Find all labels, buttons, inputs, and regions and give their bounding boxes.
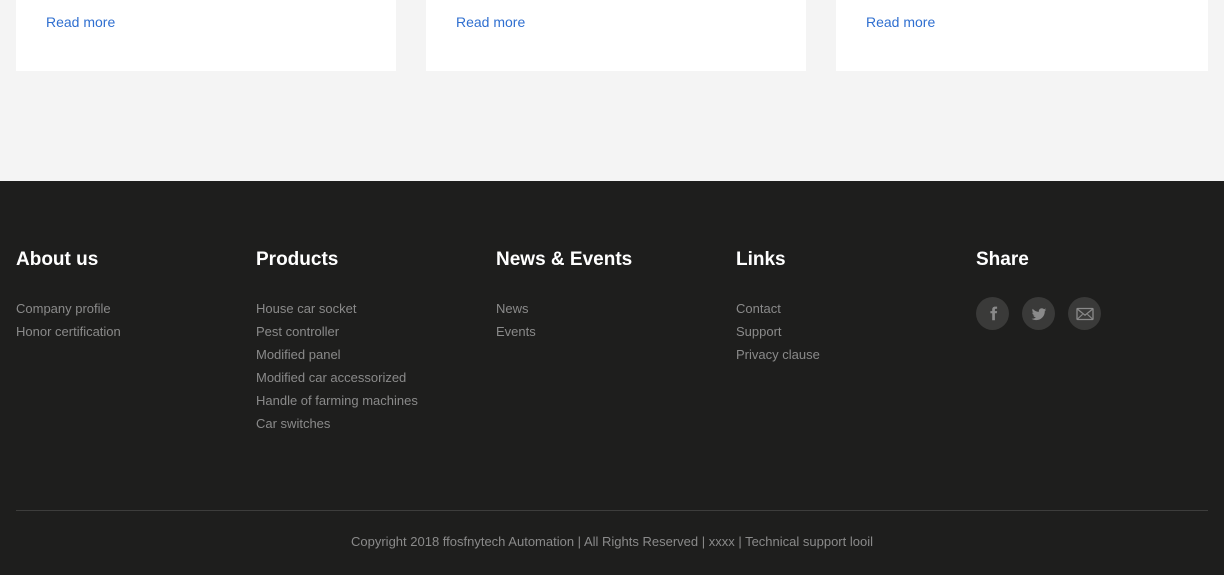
footer-link-contact[interactable]: Contact — [736, 301, 781, 316]
footer-column-products: Products House car socket Pest controlle… — [256, 250, 486, 435]
copyright-text: Copyright 2018 ffosfnytech Automation | … — [351, 534, 873, 549]
footer-column-title: Links — [736, 249, 786, 270]
footer-column-links: Links Contact Support Privacy clause — [736, 250, 966, 366]
list-item: Modified panel — [256, 343, 486, 366]
read-more-link[interactable]: Read more — [46, 14, 115, 30]
list-item: Events — [496, 320, 726, 343]
footer-link-list: News Events — [496, 297, 726, 343]
list-item: Handle of farming machines — [256, 389, 486, 412]
footer-link-news[interactable]: News — [496, 301, 529, 316]
footer-link-events[interactable]: Events — [496, 324, 536, 339]
footer-column-share: Share — [976, 250, 1206, 330]
footer-column-title: About us — [16, 249, 99, 270]
read-more-link[interactable]: Read more — [456, 14, 525, 30]
twitter-icon[interactable] — [1022, 297, 1055, 330]
list-item: Contact — [736, 297, 966, 320]
list-item: Support — [736, 320, 966, 343]
social-links — [976, 297, 1206, 330]
list-item: Modified car accessorized — [256, 366, 486, 389]
list-item: House car socket — [256, 297, 486, 320]
footer-column-about-us: About us Company profile Honor certifica… — [16, 250, 246, 343]
list-item: Privacy clause — [736, 343, 966, 366]
footer-link-list: Company profile Honor certification — [16, 297, 246, 343]
footer-link-privacy-clause[interactable]: Privacy clause — [736, 347, 820, 362]
footer-column-title: Products — [256, 249, 339, 270]
content-card: Read more — [426, 0, 806, 71]
footer-divider — [16, 510, 1208, 511]
footer-column-title: Share — [976, 249, 1029, 270]
list-item: News — [496, 297, 726, 320]
page-root: Read more Read more Read more About us C… — [0, 0, 1224, 575]
footer-link-list: Contact Support Privacy clause — [736, 297, 966, 366]
footer-link-house-car-socket[interactable]: House car socket — [256, 301, 356, 316]
content-card: Read more — [836, 0, 1208, 71]
footer-link-modified-panel[interactable]: Modified panel — [256, 347, 341, 362]
list-item: Honor certification — [16, 320, 246, 343]
footer-link-handle-of-farming-machines[interactable]: Handle of farming machines — [256, 393, 418, 408]
footer-link-honor-certification[interactable]: Honor certification — [16, 324, 121, 339]
cards-section: Read more Read more Read more — [0, 0, 1224, 181]
footer-link-car-switches[interactable]: Car switches — [256, 416, 330, 431]
footer-column-title: News & Events — [496, 249, 633, 270]
footer-link-support[interactable]: Support — [736, 324, 782, 339]
list-item: Pest controller — [256, 320, 486, 343]
footer-link-pest-controller[interactable]: Pest controller — [256, 324, 339, 339]
list-item: Car switches — [256, 412, 486, 435]
facebook-icon[interactable] — [976, 297, 1009, 330]
footer-link-company-profile[interactable]: Company profile — [16, 301, 111, 316]
content-card: Read more — [16, 0, 396, 71]
list-item: Company profile — [16, 297, 246, 320]
email-icon[interactable] — [1068, 297, 1101, 330]
footer-column-news-events: News & Events News Events — [496, 250, 726, 343]
footer-link-modified-car-accessorized[interactable]: Modified car accessorized — [256, 370, 406, 385]
read-more-link[interactable]: Read more — [866, 14, 935, 30]
footer-link-list: House car socket Pest controller Modifie… — [256, 297, 486, 435]
site-footer: About us Company profile Honor certifica… — [0, 181, 1224, 575]
